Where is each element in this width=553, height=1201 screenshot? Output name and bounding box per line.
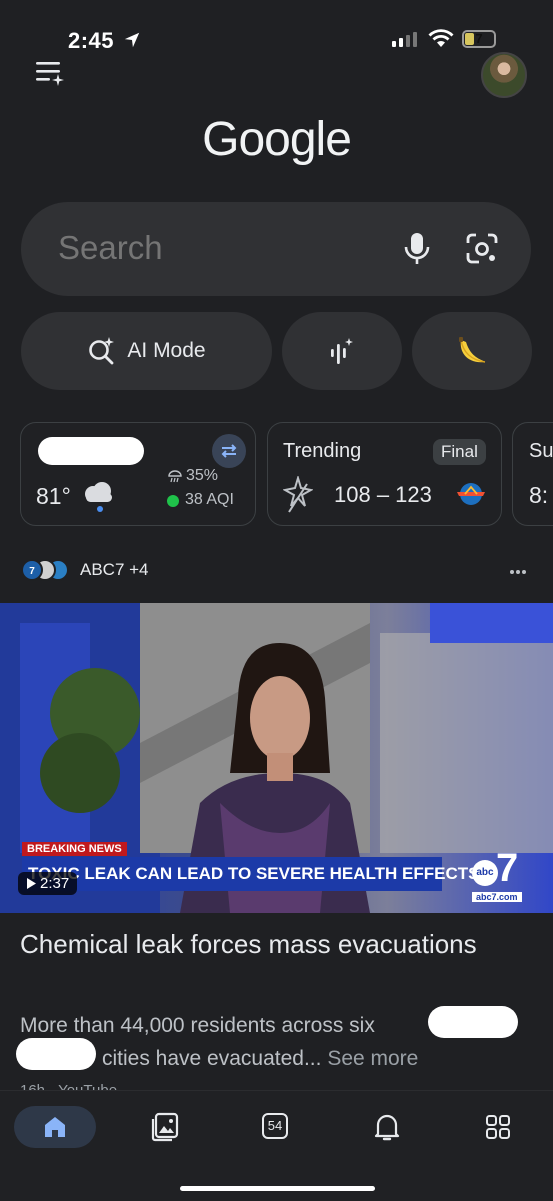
abc7-source-logos-icon: 7	[21, 559, 69, 581]
svg-text:7: 7	[29, 566, 35, 577]
swap-arrows-icon	[221, 444, 237, 458]
see-more-link[interactable]: See more	[327, 1047, 418, 1070]
redacted-location	[38, 437, 144, 465]
trending-title: Trending	[283, 440, 362, 462]
spurs-logo-icon	[283, 476, 313, 513]
article-headline[interactable]: Chemical leak forces mass evacuations	[20, 926, 530, 962]
avatar[interactable]	[481, 52, 527, 98]
breaking-news-tag: BREAKING NEWS	[22, 842, 127, 856]
apps-grid-icon[interactable]	[486, 1115, 510, 1139]
snippet-line-2: cities have evacuated...	[102, 1047, 322, 1070]
wifi-icon	[428, 29, 454, 47]
weather-temperature: 81°	[36, 483, 71, 509]
aqi-dot-icon	[167, 495, 179, 507]
search-input[interactable]	[56, 228, 360, 268]
sunset-card[interactable]	[512, 422, 553, 526]
precipitation-icon	[168, 470, 182, 483]
banana-button[interactable]	[412, 312, 532, 390]
feed-source-label: ABC7 +4	[80, 560, 149, 579]
swap-button[interactable]	[212, 434, 246, 468]
tabs-count-button[interactable]: 54	[262, 1113, 288, 1139]
google-logo: Google	[202, 113, 352, 166]
home-icon[interactable]	[42, 1114, 68, 1140]
snippet-line-1: More than 44,000 residents across six	[20, 1014, 375, 1037]
feed-source-row[interactable]: 7 ABC7 +4	[20, 558, 149, 582]
more-options-icon[interactable]	[509, 569, 527, 575]
video-site: abc7.com	[472, 892, 522, 902]
audio-sparkle-icon	[331, 338, 353, 364]
battery-icon: 7	[462, 30, 496, 48]
cellular-signal-icon	[392, 32, 417, 47]
video-duration: 2:37	[40, 875, 70, 892]
battery-level: 7	[475, 31, 483, 46]
thunder-logo-icon	[457, 483, 485, 505]
news-banner-text: TOXIC LEAK CAN LEAD TO SEVERE HEALTH EFF…	[28, 864, 480, 883]
aqi-value: 38 AQI	[185, 491, 234, 508]
notifications-bell-icon[interactable]	[374, 1112, 400, 1142]
abc-seven: 7	[496, 846, 519, 890]
redacted-text-1	[428, 1006, 518, 1038]
game-score: 108 – 123	[334, 482, 432, 507]
location-arrow-icon	[124, 32, 139, 48]
tabs-count: 54	[267, 1118, 283, 1133]
sunset-card-value: 8:	[529, 482, 549, 508]
ai-mode-button[interactable]: AI Mode	[21, 312, 272, 390]
rain-cloud-icon	[85, 482, 112, 512]
status-badge: Final	[433, 439, 486, 465]
voice-sparkle-button[interactable]	[282, 312, 402, 390]
menu-sparkle-icon[interactable]	[36, 60, 66, 86]
abc-logo: abc	[472, 860, 498, 886]
home-indicator[interactable]	[180, 1186, 375, 1191]
video-duration-badge[interactable]: 2:37	[18, 872, 78, 895]
status-time: 2:45	[68, 28, 141, 54]
abc7-watermark: abc 7	[472, 846, 528, 890]
redacted-text-2	[16, 1038, 96, 1070]
banana-icon	[459, 337, 486, 363]
play-icon	[27, 878, 36, 889]
ai-mode-label: AI Mode	[127, 339, 206, 362]
sunset-card-label: Su	[529, 440, 553, 462]
lens-camera-icon[interactable]	[465, 233, 499, 265]
microphone-icon[interactable]	[404, 232, 430, 266]
collections-icon[interactable]	[151, 1112, 179, 1142]
precipitation-value: 35%	[186, 467, 219, 484]
ai-search-icon	[89, 337, 115, 365]
